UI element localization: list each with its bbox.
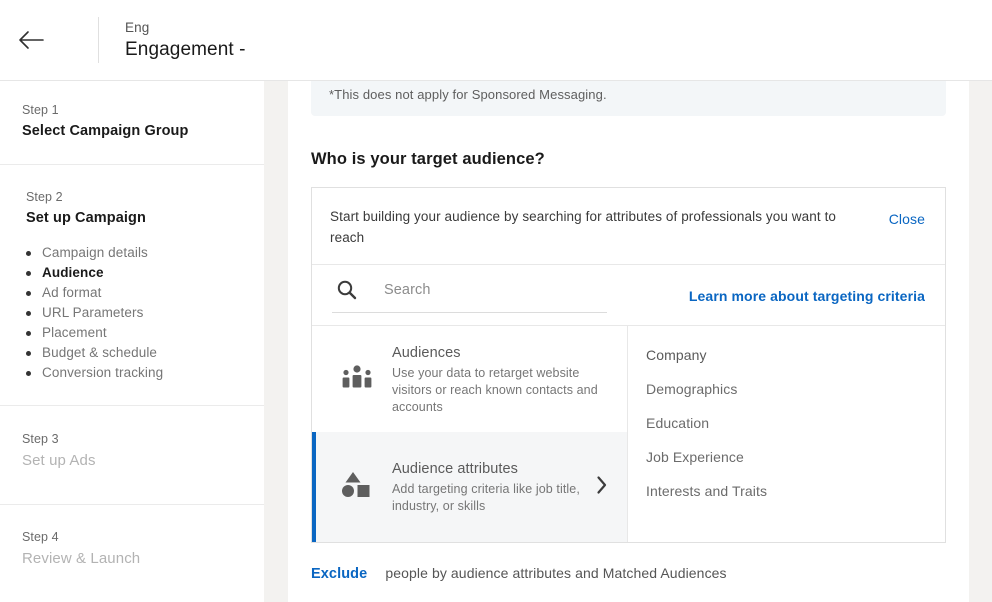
sidebar-item-conversion-tracking[interactable]: Conversion tracking — [26, 363, 264, 383]
targeting-intro-text: Start building your audience by searchin… — [330, 209, 837, 245]
page-body: Step 1 Select Campaign Group Step 2 Set … — [0, 81, 992, 602]
step-1-title: Select Campaign Group — [22, 123, 189, 139]
category-demographics[interactable]: Demographics — [628, 372, 945, 406]
exclude-row: Exclude people by audience attributes an… — [311, 565, 969, 582]
chevron-right-icon[interactable] — [595, 475, 611, 500]
targeting-search-row: Learn more about targeting criteria — [312, 265, 945, 326]
step-2-substep-list: Campaign details Audience Ad format URL … — [26, 243, 264, 383]
learn-more-targeting-link[interactable]: Learn more about targeting criteria — [689, 288, 925, 304]
page-title: Engagement - — [125, 39, 246, 60]
targeting-card: Start building your audience by searchin… — [311, 187, 946, 543]
sidebar-item-campaign-details[interactable]: Campaign details — [26, 243, 264, 263]
option-audiences-title: Audiences — [392, 344, 461, 361]
option-audiences-description: Use your data to retarget website visito… — [392, 365, 598, 414]
main-content: *This does not apply for Sponsored Messa… — [288, 81, 969, 602]
step-4-title: Review & Launch — [22, 550, 141, 567]
option-audiences-text: Audiences Use your data to retarget webs… — [392, 343, 617, 416]
search-field-wrapper[interactable] — [332, 279, 607, 313]
option-audience-attributes-description: Add targeting criteria like job title, i… — [392, 482, 580, 513]
category-interests-and-traits[interactable]: Interests and Traits — [628, 474, 945, 508]
section-heading: Who is your target audience? — [311, 150, 545, 168]
targeting-card-header: Start building your audience by searchin… — [312, 188, 945, 265]
campaign-kicker: Eng — [125, 20, 150, 35]
targeting-categories-pane: Company Demographics Education Job Exper… — [628, 326, 945, 542]
sidebar-item-budget-schedule[interactable]: Budget & schedule — [26, 343, 264, 363]
option-audiences[interactable]: Audiences Use your data to retarget webs… — [312, 326, 627, 432]
sidebar-item-ad-format[interactable]: Ad format — [26, 283, 264, 303]
exclude-button[interactable]: Exclude — [311, 566, 367, 582]
close-button[interactable]: Close — [889, 206, 925, 227]
arrow-left-icon — [18, 30, 44, 50]
back-button[interactable] — [0, 0, 62, 81]
right-gutter — [969, 81, 992, 602]
exclude-description: people by audience attributes and Matche… — [385, 565, 727, 581]
category-education[interactable]: Education — [628, 406, 945, 440]
step-2-label: Step 2 — [26, 190, 63, 204]
targeting-panes: Audiences Use your data to retarget webs… — [312, 326, 945, 542]
option-audience-attributes-title: Audience attributes — [392, 461, 519, 477]
sidebar-item-url-parameters[interactable]: URL Parameters — [26, 303, 264, 323]
option-audience-attributes-text: Audience attributes Add targeting criter… — [392, 459, 595, 515]
sidebar-step-3[interactable]: Step 3 Set up Ads — [0, 406, 264, 505]
people-group-icon — [340, 364, 374, 395]
step-3-label: Step 3 — [22, 432, 59, 446]
search-icon — [336, 279, 358, 301]
top-bar-divider — [98, 17, 99, 63]
option-audience-attributes[interactable]: Audience attributes Add targeting criter… — [312, 432, 627, 542]
targeting-options-pane: Audiences Use your data to retarget webs… — [312, 326, 628, 542]
category-job-experience[interactable]: Job Experience — [628, 440, 945, 474]
sidebar-item-audience[interactable]: Audience — [26, 263, 264, 283]
step-3-title: Set up Ads — [22, 452, 96, 469]
sidebar-item-placement[interactable]: Placement — [26, 323, 264, 343]
sidebar-step-2[interactable]: Step 2 Set up Campaign Campaign details … — [0, 165, 264, 406]
campaign-title-block: Eng Engagement - — [125, 18, 246, 62]
step-2-title: Set up Campaign — [26, 210, 146, 226]
shapes-icon — [340, 470, 374, 505]
step-4-label: Step 4 — [22, 530, 59, 544]
left-gutter — [264, 81, 288, 602]
category-company[interactable]: Company — [628, 338, 945, 372]
top-bar: Eng Engagement - — [0, 0, 992, 81]
wizard-sidebar: Step 1 Select Campaign Group Step 2 Set … — [0, 81, 264, 602]
step-1-label: Step 1 — [22, 103, 59, 117]
sidebar-step-1[interactable]: Step 1 Select Campaign Group — [0, 81, 264, 165]
sidebar-step-4[interactable]: Step 4 Review & Launch — [0, 505, 264, 602]
sponsored-messaging-notice: *This does not apply for Sponsored Messa… — [311, 81, 946, 116]
search-input[interactable] — [382, 281, 582, 299]
